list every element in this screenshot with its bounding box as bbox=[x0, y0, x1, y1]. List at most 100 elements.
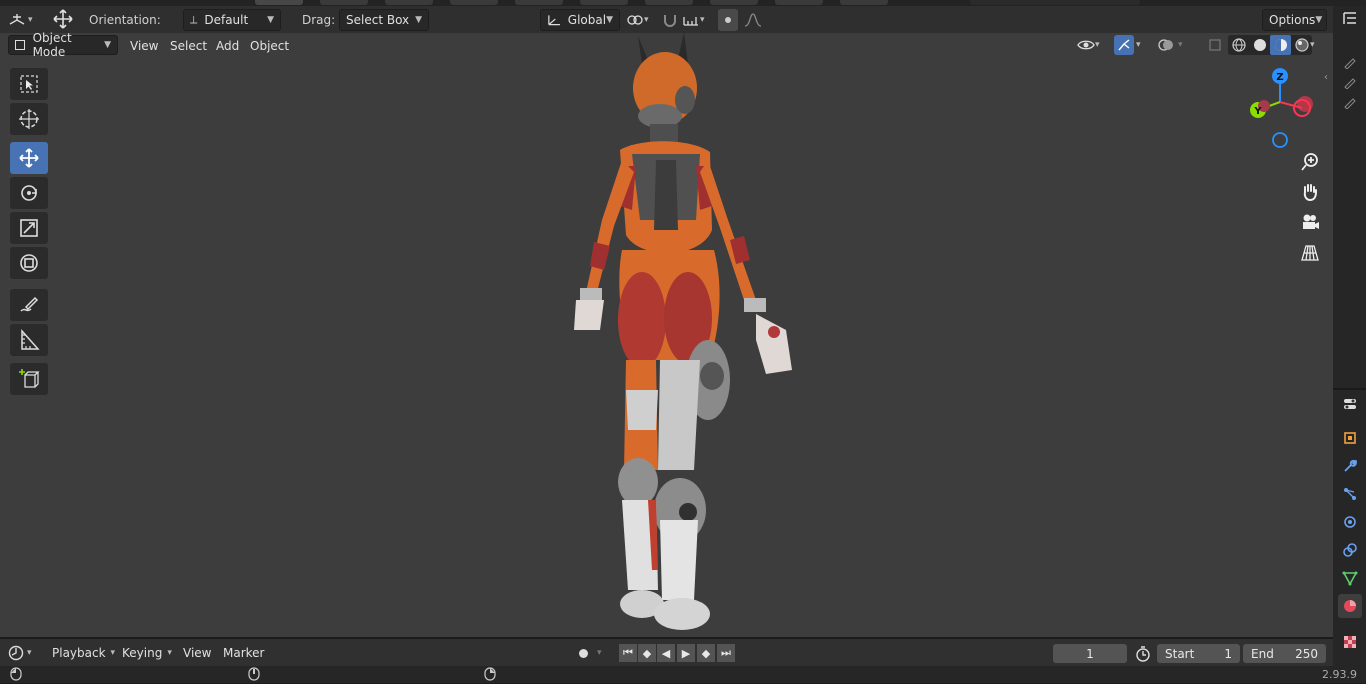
collapse-sidebar-arrow-icon[interactable]: ‹ bbox=[1324, 72, 1328, 83]
next-keyframe-button[interactable]: ◆ bbox=[697, 644, 715, 662]
timeline-marker-menu[interactable]: Marker bbox=[218, 644, 269, 662]
object-properties-tab[interactable] bbox=[1338, 426, 1362, 450]
playback-menu[interactable]: Playback ▾ bbox=[46, 643, 121, 663]
options-dropdown[interactable]: Options ▼ bbox=[1262, 9, 1327, 31]
menu-select[interactable]: Select bbox=[165, 37, 212, 55]
menu-view[interactable]: View bbox=[125, 37, 163, 55]
chevron-down-icon[interactable]: ▾ bbox=[1136, 35, 1141, 55]
mode-dropdown[interactable]: Object Mode ▼ bbox=[8, 31, 118, 59]
material-properties-tab[interactable] bbox=[1338, 594, 1362, 618]
move-icon bbox=[19, 148, 39, 168]
workspace-tab[interactable] bbox=[710, 0, 758, 5]
chevron-down-icon: ▼ bbox=[104, 40, 111, 50]
overlays-icon bbox=[1158, 39, 1173, 51]
jump-start-button[interactable]: ⏮ bbox=[619, 644, 637, 662]
measure-tool[interactable] bbox=[10, 324, 48, 356]
current-frame-value: 1 bbox=[1086, 646, 1094, 661]
keying-menu-label: Keying bbox=[122, 646, 163, 660]
camera-view-button[interactable] bbox=[1296, 208, 1324, 236]
play-reverse-icon: ◀ bbox=[661, 646, 671, 660]
cursor-tool[interactable] bbox=[10, 103, 48, 135]
proportional-edit-button[interactable] bbox=[718, 9, 738, 31]
constraints-properties-tab[interactable] bbox=[1338, 538, 1362, 562]
add-cube-tool[interactable] bbox=[10, 363, 48, 395]
data-properties-tab[interactable] bbox=[1338, 566, 1362, 590]
preview-range-button[interactable] bbox=[1134, 645, 1152, 663]
rotate-tool[interactable] bbox=[10, 177, 48, 209]
snap-controls[interactable]: ▾ bbox=[662, 9, 714, 31]
move-tool[interactable] bbox=[10, 142, 48, 174]
xray-icon bbox=[1209, 39, 1221, 51]
mesh-data-icon bbox=[1342, 571, 1358, 586]
transform-tool[interactable] bbox=[10, 247, 48, 279]
menu-object[interactable]: Object bbox=[245, 37, 294, 55]
editor-type-button[interactable]: ▾ bbox=[8, 9, 40, 31]
workspace-tab[interactable] bbox=[775, 0, 823, 5]
character-model[interactable] bbox=[560, 30, 810, 640]
current-frame-field[interactable]: 1 bbox=[1053, 644, 1127, 663]
play-reverse-button[interactable]: ◀ bbox=[657, 644, 675, 662]
start-frame-field[interactable]: Start 1 bbox=[1157, 644, 1240, 663]
overlays-dropdown[interactable]: ▾ bbox=[1158, 35, 1190, 55]
timeline-editor-type-button[interactable]: ▾ bbox=[8, 643, 40, 663]
tool-properties-tab[interactable] bbox=[1338, 392, 1362, 416]
modifier-properties-tab[interactable] bbox=[1338, 454, 1362, 478]
hand-icon bbox=[1303, 184, 1317, 202]
scale-tool[interactable] bbox=[10, 212, 48, 244]
outliner-filter-button[interactable] bbox=[1338, 6, 1362, 30]
perspective-toggle-button[interactable] bbox=[1296, 239, 1324, 267]
3d-view-icon bbox=[9, 14, 25, 25]
particles-properties-tab[interactable] bbox=[1338, 482, 1362, 506]
pan-button[interactable] bbox=[1296, 178, 1324, 206]
visibility-dropdown[interactable]: ▾ bbox=[1077, 35, 1109, 55]
scene-selector[interactable] bbox=[970, 0, 1140, 5]
jump-start-icon: ⏮ bbox=[623, 646, 633, 659]
timeline-view-menu[interactable]: View bbox=[178, 644, 216, 662]
gizmo-z-label: Z bbox=[1276, 72, 1283, 83]
end-frame-field[interactable]: End 250 bbox=[1243, 644, 1326, 663]
workspace-tab[interactable] bbox=[450, 0, 498, 5]
add-cube-icon bbox=[19, 369, 40, 388]
outliner-item-3[interactable] bbox=[1338, 90, 1362, 114]
wireframe-shading-icon[interactable] bbox=[1228, 38, 1249, 52]
orientation-dropdown[interactable]: ⟂ Default ▼ bbox=[183, 9, 281, 31]
jump-end-button[interactable]: ⏭ bbox=[717, 644, 735, 662]
workspace-tab[interactable] bbox=[580, 0, 628, 5]
workspace-tab[interactable] bbox=[645, 0, 693, 5]
rendered-shading-icon[interactable] bbox=[1291, 38, 1312, 52]
falloff-button[interactable] bbox=[740, 9, 766, 31]
physics-properties-tab[interactable] bbox=[1338, 510, 1362, 534]
zoom-button[interactable] bbox=[1296, 148, 1324, 176]
chevron-down-icon[interactable]: ▾ bbox=[1310, 35, 1315, 55]
transform-orientation-dropdown[interactable]: Global ▼ bbox=[540, 9, 620, 31]
solid-shading-icon[interactable] bbox=[1249, 38, 1270, 52]
workspace-tab[interactable] bbox=[320, 0, 368, 5]
workspace-tab[interactable] bbox=[840, 0, 888, 5]
select-box-icon bbox=[20, 75, 38, 93]
play-button[interactable]: ▶ bbox=[677, 644, 695, 662]
keying-menu[interactable]: Keying ▾ bbox=[116, 643, 178, 663]
playback-menu-label: Playback bbox=[52, 646, 106, 660]
gizmo-neg-z-axis[interactable] bbox=[1272, 132, 1288, 148]
texture-properties-tab[interactable] bbox=[1338, 630, 1362, 654]
annotate-tool[interactable] bbox=[10, 289, 48, 321]
workspace-tab-active[interactable] bbox=[255, 0, 303, 5]
menu-add[interactable]: Add bbox=[211, 37, 244, 55]
end-frame-value: 250 bbox=[1295, 646, 1318, 661]
xray-toggle-button[interactable] bbox=[1205, 35, 1225, 55]
gizmo-toggle-button[interactable] bbox=[1114, 35, 1134, 55]
drag-dropdown[interactable]: Select Box ▼ bbox=[339, 9, 429, 31]
pivot-point-button[interactable]: ▾ bbox=[626, 9, 658, 31]
checker-texture-icon bbox=[1344, 636, 1356, 648]
select-box-tool[interactable] bbox=[10, 68, 48, 100]
snap-increment-icon bbox=[683, 17, 698, 26]
chevron-down-icon: ▼ bbox=[1315, 15, 1323, 25]
workspace-tab[interactable] bbox=[515, 0, 563, 5]
navigation-gizmo[interactable]: Z Y bbox=[1240, 62, 1320, 152]
material-preview-shading-icon[interactable] bbox=[1270, 35, 1291, 55]
material-sphere-icon bbox=[1344, 600, 1356, 612]
auto-keying-button[interactable]: ▾ bbox=[574, 643, 610, 663]
workspace-tab[interactable] bbox=[385, 0, 433, 5]
prev-keyframe-button[interactable]: ◆ bbox=[638, 644, 656, 662]
move-tool-settings-icon[interactable] bbox=[50, 8, 76, 30]
